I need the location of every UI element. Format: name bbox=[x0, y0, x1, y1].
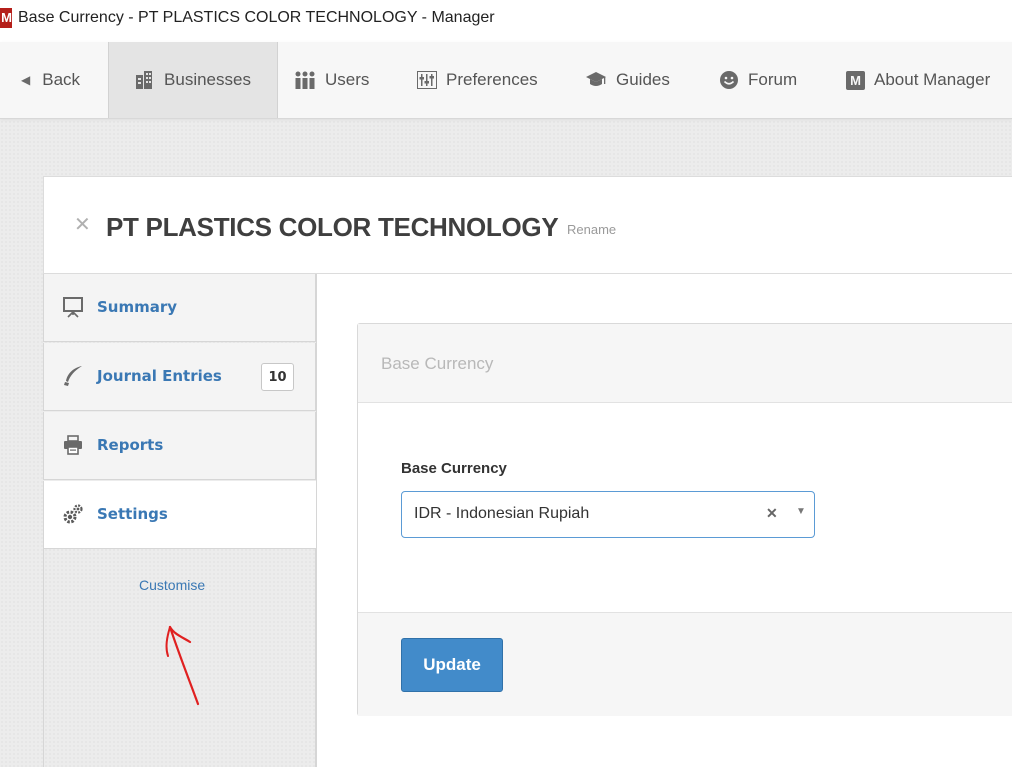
base-currency-panel: Base Currency Base Currency IDR - Indone… bbox=[357, 323, 1012, 716]
nav-preferences[interactable]: Preferences bbox=[417, 42, 538, 118]
back-arrow-icon: ◀ bbox=[21, 73, 31, 87]
manager-m-icon: M bbox=[846, 70, 865, 90]
business-name: PT PLASTICS COLOR TECHNOLOGY bbox=[106, 212, 559, 242]
sidebar-item-summary[interactable]: Summary bbox=[43, 274, 316, 342]
customise-link[interactable]: Customise bbox=[139, 577, 205, 593]
sidebar-item-label: Settings bbox=[97, 505, 168, 523]
selected-currency: IDR - Indonesian Rupiah bbox=[414, 505, 590, 522]
chevron-down-icon[interactable]: ▼ bbox=[796, 506, 806, 517]
sliders-icon bbox=[417, 71, 437, 89]
nav-forum-label: Forum bbox=[748, 70, 798, 89]
nav-guides-label: Guides bbox=[616, 70, 670, 89]
nav-users-label: Users bbox=[325, 70, 370, 89]
sidebar-item-label: Summary bbox=[97, 298, 178, 316]
business-header: ✕ PT PLASTICS COLOR TECHNOLOGY Rename bbox=[43, 176, 1012, 274]
top-navigation: ◀ Back Businesses Users Preferences Guid… bbox=[0, 42, 1012, 119]
sidebar-item-settings[interactable]: Settings bbox=[43, 481, 317, 549]
smiley-chat-icon bbox=[719, 70, 739, 90]
journal-entries-count-badge: 10 bbox=[261, 363, 294, 391]
sidebar-item-reports[interactable]: Reports bbox=[43, 412, 316, 480]
window-title: Base Currency - PT PLASTICS COLOR TECHNO… bbox=[18, 9, 495, 26]
annotation-arrow-icon bbox=[165, 625, 200, 706]
clear-selection-icon[interactable]: ✕ bbox=[766, 505, 778, 522]
sidebar-item-label: Journal Entries bbox=[97, 367, 222, 385]
rename-link[interactable]: Rename bbox=[567, 222, 616, 237]
gears-icon bbox=[62, 503, 84, 525]
base-currency-select[interactable]: IDR - Indonesian Rupiah ✕ ▼ bbox=[401, 491, 815, 538]
nav-about-manager[interactable]: M About Manager bbox=[846, 42, 990, 118]
close-business-icon[interactable]: ✕ bbox=[74, 213, 91, 237]
nav-about-label: About Manager bbox=[874, 70, 991, 89]
about-logo-letter: M bbox=[846, 70, 865, 90]
base-currency-label: Base Currency bbox=[401, 460, 507, 477]
sidebar-item-label: Reports bbox=[97, 436, 164, 454]
graduation-cap-icon bbox=[585, 71, 607, 89]
presentation-board-icon bbox=[62, 296, 84, 318]
quill-pen-icon bbox=[62, 365, 84, 387]
nav-users[interactable]: Users bbox=[294, 42, 369, 118]
nav-back-label: Back bbox=[42, 70, 81, 89]
nav-preferences-label: Preferences bbox=[446, 70, 538, 89]
buildings-icon bbox=[135, 71, 155, 89]
window-title-bar: M Base Currency - PT PLASTICS COLOR TECH… bbox=[0, 0, 1012, 42]
printer-icon bbox=[62, 434, 84, 456]
nav-forum[interactable]: Forum bbox=[719, 42, 797, 118]
nav-businesses[interactable]: Businesses bbox=[108, 42, 278, 118]
nav-businesses-label: Businesses bbox=[164, 70, 251, 89]
panel-title: Base Currency bbox=[381, 354, 494, 373]
nav-guides[interactable]: Guides bbox=[585, 42, 670, 118]
update-button[interactable]: Update bbox=[401, 638, 503, 692]
users-icon bbox=[294, 71, 316, 89]
panel-header: Base Currency bbox=[358, 324, 1012, 403]
panel-footer: Update bbox=[358, 612, 1012, 716]
sidebar-item-journal-entries[interactable]: Journal Entries 10 bbox=[43, 343, 316, 411]
manager-logo-icon: M bbox=[0, 8, 12, 28]
nav-back[interactable]: ◀ Back bbox=[21, 42, 80, 118]
